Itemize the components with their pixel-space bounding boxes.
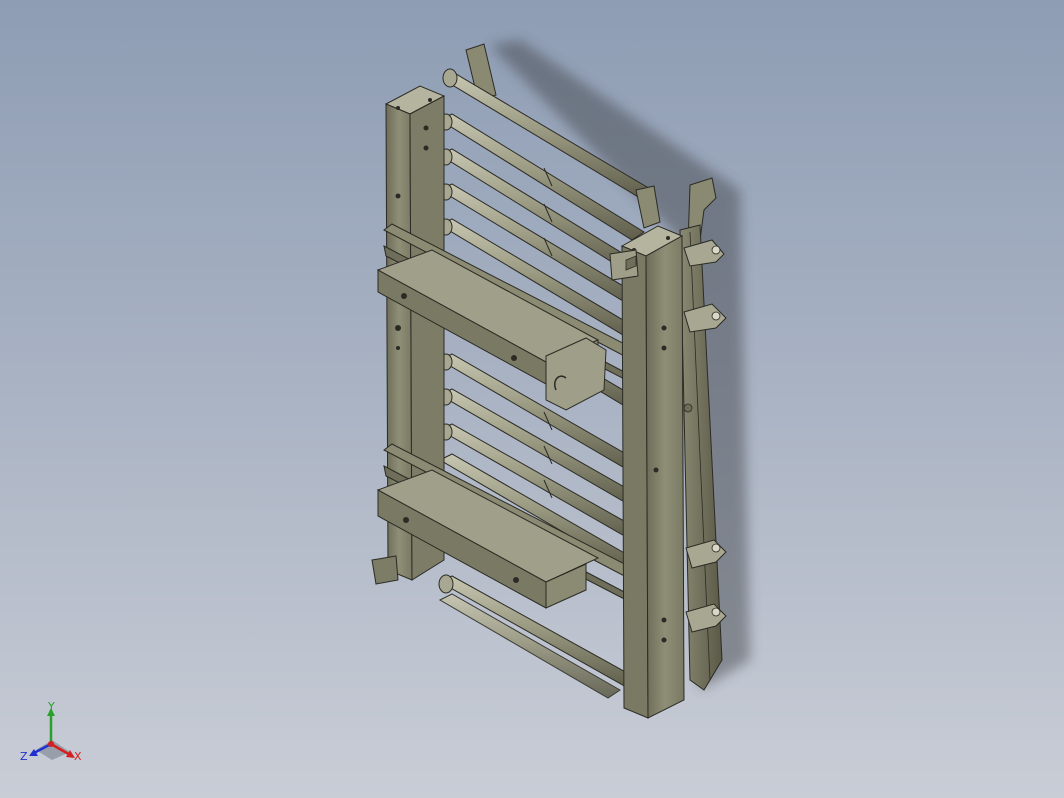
y-axis-label: Y — [47, 702, 55, 713]
3d-model-assembly[interactable] — [0, 0, 1064, 798]
x-axis-label: X — [74, 750, 82, 763]
z-axis-label: Z — [20, 750, 28, 763]
coordinate-triad: Y X Z — [20, 702, 82, 763]
cad-viewport[interactable]: Y X Z — [0, 0, 1064, 798]
